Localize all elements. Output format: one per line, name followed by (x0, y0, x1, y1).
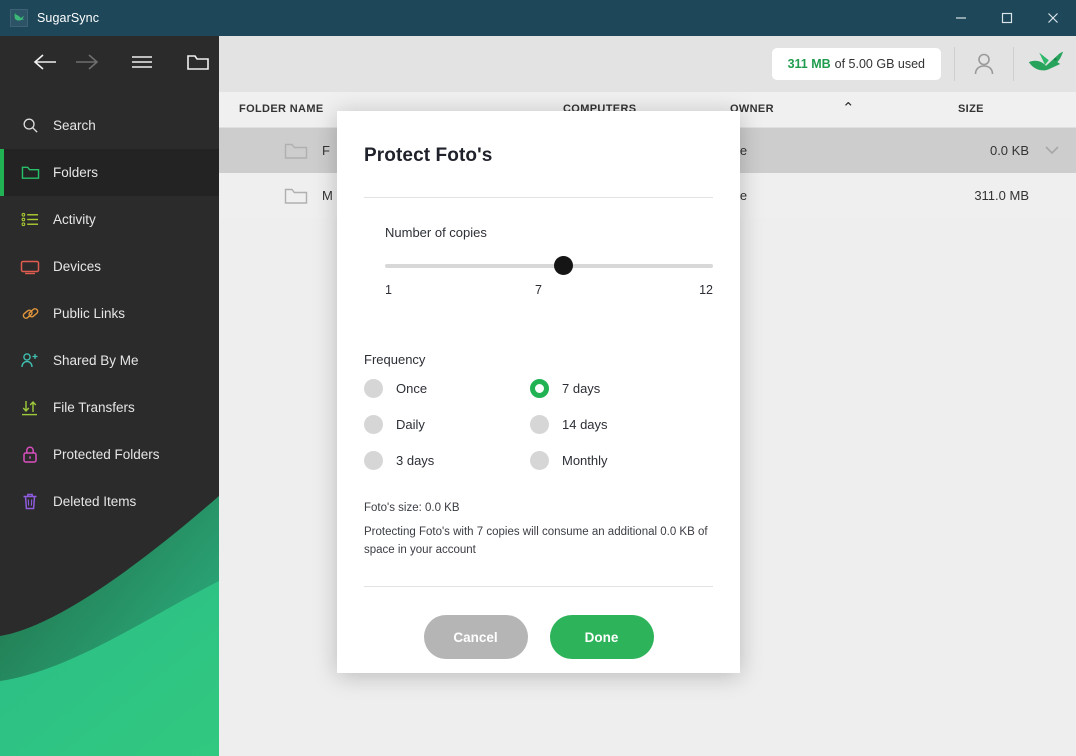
sidebar-item-activity[interactable]: Activity (0, 196, 219, 243)
close-button[interactable] (1030, 0, 1076, 36)
number-of-copies-label: Number of copies (385, 225, 487, 240)
radio-button[interactable] (530, 451, 549, 470)
row-folder-name-cell: F (284, 141, 330, 161)
maximize-button[interactable] (984, 0, 1030, 36)
sidebar-item-label: Folders (53, 164, 99, 180)
slider-value-label: 7 (535, 283, 542, 297)
search-icon (19, 115, 41, 137)
radio-button[interactable] (364, 451, 383, 470)
copies-slider[interactable] (364, 256, 713, 276)
dialog-info-text: Foto's size: 0.0 KB Protecting Foto's wi… (364, 500, 713, 559)
sidebar-item-devices[interactable]: Devices (0, 243, 219, 290)
frequency-option-7-days[interactable]: 7 days (530, 379, 713, 398)
frequency-option-label: 3 days (396, 453, 435, 468)
app-title: SugarSync (37, 11, 100, 25)
radio-button[interactable] (364, 379, 383, 398)
consumption-info: Protecting Foto's with 7 copies will con… (364, 525, 708, 556)
frequency-option-monthly[interactable]: Monthly (530, 451, 713, 470)
folder-icon (284, 188, 308, 204)
quota-total-label: of 5.00 GB used (834, 57, 925, 71)
storage-quota-badge[interactable]: 311 MB of 5.00 GB used (771, 48, 941, 80)
column-header-folder-name[interactable]: FOLDER NAME (239, 103, 324, 115)
sidebar-item-file-transfers[interactable]: File Transfers (0, 384, 219, 431)
radio-button[interactable] (530, 415, 549, 434)
transfer-arrows-icon (19, 397, 41, 419)
link-icon (19, 303, 41, 325)
sidebar-item-folders[interactable]: Folders (0, 149, 219, 196)
slider-thumb[interactable] (553, 256, 573, 275)
folder-size-info: Foto's size: 0.0 KB (364, 502, 460, 514)
title-bar: SugarSync (0, 0, 1076, 36)
sidebar-item-deleted-items[interactable]: Deleted Items (0, 478, 219, 525)
lock-icon (19, 444, 41, 466)
dialog-footer-divider (364, 586, 713, 588)
row-folder-name: F (322, 143, 330, 158)
activity-list-icon (19, 209, 41, 231)
row-size: 311.0 MB (974, 188, 1029, 203)
sidebar-item-protected-folders[interactable]: Protected Folders (0, 431, 219, 478)
sidebar-item-public-links[interactable]: Public Links (0, 290, 219, 337)
sugarsync-window: SugarSync Search Folders Activity Device… (0, 0, 1076, 756)
person-add-icon (19, 350, 41, 372)
sidebar-item-search[interactable]: Search (0, 102, 219, 149)
sidebar-item-label: Deleted Items (53, 493, 137, 509)
radio-button[interactable] (364, 415, 383, 434)
app-icon (10, 9, 28, 27)
dialog-title: Protect Foto's (364, 145, 493, 166)
frequency-label: Frequency (364, 352, 426, 367)
slider-track[interactable] (385, 264, 713, 268)
row-folder-name-cell: M (284, 186, 333, 206)
cancel-button[interactable]: Cancel (423, 615, 528, 660)
frequency-option-label: Once (396, 381, 428, 396)
back-arrow-icon[interactable] (24, 41, 66, 83)
frequency-option-label: 14 days (562, 417, 608, 432)
hummingbird-logo-icon[interactable] (1014, 47, 1076, 81)
column-header-size[interactable]: SIZE (958, 103, 984, 115)
frequency-option-daily[interactable]: Daily (364, 415, 530, 434)
sidebar-nav-toolbar (0, 36, 219, 88)
trash-icon (19, 491, 41, 513)
content-topbar: 311 MB of 5.00 GB used (219, 36, 1076, 92)
sort-ascending-icon[interactable]: ⌃ (842, 99, 855, 117)
sidebar-item-label: Activity (53, 211, 96, 227)
window-controls (938, 0, 1076, 36)
slider-max-label: 12 (699, 283, 713, 297)
sidebar-item-label: Devices (53, 258, 102, 274)
sidebar: Search Folders Activity Devices Public L… (0, 36, 219, 756)
forward-arrow-icon[interactable] (66, 41, 108, 83)
slider-min-label: 1 (385, 283, 392, 297)
folder-icon (284, 143, 308, 159)
row-size: 0.0 KB (989, 143, 1029, 158)
sidebar-menu: Search Folders Activity Devices Public L… (0, 102, 219, 525)
radio-button-selected[interactable] (530, 379, 549, 398)
frequency-option-label: Monthly (562, 453, 608, 468)
user-account-icon[interactable] (955, 50, 1013, 78)
frequency-option-once[interactable]: Once (364, 379, 530, 398)
hamburger-menu-icon[interactable] (122, 41, 164, 83)
slider-tick-labels: 1 7 12 (364, 283, 713, 303)
sidebar-item-label: Protected Folders (53, 446, 160, 462)
protect-folder-dialog: Protect Foto's Number of copies 1 7 12 F… (337, 111, 740, 673)
sidebar-item-label: Public Links (53, 305, 126, 321)
monitor-icon (19, 256, 41, 278)
folder-icon (19, 162, 41, 184)
quota-used-value: 311 MB (787, 57, 831, 71)
sidebar-item-label: File Transfers (53, 399, 135, 415)
sidebar-item-label: Search (53, 117, 96, 133)
frequency-option-14-days[interactable]: 14 days (530, 415, 713, 434)
done-button[interactable]: Done (549, 615, 654, 660)
frequency-options: Once 7 days Daily 14 days 3 days Monthly (364, 379, 713, 470)
sidebar-item-shared-by-me[interactable]: Shared By Me (0, 337, 219, 384)
dialog-buttons: Cancel Done (364, 615, 713, 660)
frequency-option-3-days[interactable]: 3 days (364, 451, 530, 470)
sidebar-item-label: Shared By Me (53, 352, 139, 368)
dialog-divider (364, 197, 713, 198)
minimize-button[interactable] (938, 0, 984, 36)
chevron-down-icon[interactable] (1044, 143, 1060, 158)
decorative-wave-graphic (0, 496, 219, 756)
row-folder-name: M (322, 188, 333, 203)
frequency-option-label: Daily (396, 417, 425, 432)
frequency-option-label: 7 days (562, 381, 601, 396)
new-folder-icon[interactable] (177, 41, 219, 83)
